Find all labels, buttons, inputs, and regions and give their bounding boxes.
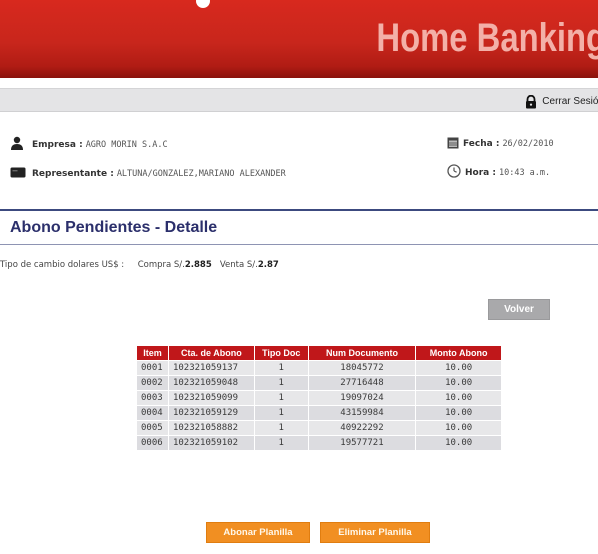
cell-item: 0002 xyxy=(136,375,169,391)
back-button[interactable]: Volver xyxy=(488,299,550,320)
column-header-cta: Cta. de Abono xyxy=(167,345,255,361)
table-row: 0004 102321059129 1 43159984 10.00 xyxy=(136,405,502,421)
banner-dot xyxy=(196,0,210,8)
empresa-row: Empresa : AGRO MORIN S.A.C xyxy=(10,136,168,153)
cell-item: 0001 xyxy=(136,360,169,376)
eliminar-planilla-button[interactable]: Eliminar Planilla xyxy=(320,522,430,543)
empresa-label: Empresa : xyxy=(32,139,83,150)
hora-label: Hora : xyxy=(465,167,496,178)
person-icon xyxy=(10,136,24,153)
cell-tipo: 1 xyxy=(253,405,309,421)
venta-label: Venta S/. xyxy=(219,260,258,270)
cell-cta: 102321059099 xyxy=(167,390,255,406)
header-banner: Home Banking xyxy=(0,0,598,78)
cell-num: 40922292 xyxy=(307,420,417,436)
fecha-value: 26/02/2010 xyxy=(502,139,554,149)
abonos-table: Item Cta. de Abono Tipo Doc Num Document… xyxy=(136,345,502,451)
lock-icon xyxy=(524,94,538,109)
representante-row: Representante : ALTUNA/GONZALEZ,MARIANO … xyxy=(10,167,286,181)
app-title: Home Banking xyxy=(376,16,598,60)
table-header-row: Item Cta. de Abono Tipo Doc Num Document… xyxy=(136,345,502,361)
column-header-monto: Monto Abono xyxy=(415,345,502,361)
logout-bar: Cerrar Sesión xyxy=(0,88,598,112)
cell-num: 43159984 xyxy=(307,405,417,421)
section-rule-top xyxy=(0,209,598,211)
cell-num: 18045772 xyxy=(307,360,417,376)
hora-value: 10:43 a.m. xyxy=(498,167,551,178)
logout-label: Cerrar Sesión xyxy=(542,95,598,107)
abonar-planilla-button[interactable]: Abonar Planilla xyxy=(206,522,310,543)
cell-num: 19097024 xyxy=(307,390,417,406)
cell-tipo: 1 xyxy=(253,360,309,376)
cell-monto: 10.00 xyxy=(415,390,502,406)
table-row: 0005 102321058882 1 40922292 10.00 xyxy=(136,420,502,436)
cell-monto: 10.00 xyxy=(415,360,502,376)
calendar-icon xyxy=(447,136,459,152)
representante-label: Representante : xyxy=(32,169,114,179)
representante-value: ALTUNA/GONZALEZ,MARIANO ALEXANDER xyxy=(116,169,286,179)
cell-cta: 102321059129 xyxy=(167,405,255,421)
cell-cta: 102321058882 xyxy=(167,420,255,436)
cell-item: 0006 xyxy=(136,435,169,451)
cell-monto: 10.00 xyxy=(415,375,502,391)
compra-value: 2.885 xyxy=(184,260,212,270)
cell-tipo: 1 xyxy=(253,390,309,406)
card-icon xyxy=(10,167,26,181)
venta-value: 2.87 xyxy=(257,260,279,270)
fecha-row: Fecha : 26/02/2010 xyxy=(447,136,554,152)
cell-tipo: 1 xyxy=(253,375,309,391)
cell-cta: 102321059102 xyxy=(167,435,255,451)
cell-cta: 102321059137 xyxy=(167,360,255,376)
section-rule-bottom xyxy=(0,244,598,245)
cell-item: 0005 xyxy=(136,420,169,436)
cell-cta: 102321059048 xyxy=(167,375,255,391)
compra-label: Compra S/. xyxy=(137,260,185,270)
column-header-tipo: Tipo Doc xyxy=(253,345,309,361)
cell-item: 0003 xyxy=(136,390,169,406)
exchange-label: Tipo de cambio dolares US$ : xyxy=(0,260,125,270)
cell-tipo: 1 xyxy=(253,420,309,436)
cell-item: 0004 xyxy=(136,405,169,421)
cell-monto: 10.00 xyxy=(415,420,502,436)
cell-num: 19577721 xyxy=(307,435,417,451)
table-row: 0002 102321059048 1 27716448 10.00 xyxy=(136,375,502,391)
table-row: 0001 102321059137 1 18045772 10.00 xyxy=(136,360,502,376)
fecha-label: Fecha : xyxy=(463,139,500,149)
cell-monto: 10.00 xyxy=(415,435,502,451)
table-row: 0003 102321059099 1 19097024 10.00 xyxy=(136,390,502,406)
cell-num: 27716448 xyxy=(307,375,417,391)
clock-icon xyxy=(447,164,461,181)
cell-tipo: 1 xyxy=(253,435,309,451)
empresa-value: AGRO MORIN S.A.C xyxy=(85,139,168,150)
column-header-num: Num Documento xyxy=(307,345,417,361)
hora-row: Hora : 10:43 a.m. xyxy=(447,164,550,181)
table-row: 0006 102321059102 1 19577721 10.00 xyxy=(136,435,502,451)
logout-button[interactable]: Cerrar Sesión xyxy=(524,92,598,110)
cell-monto: 10.00 xyxy=(415,405,502,421)
column-header-item: Item xyxy=(136,345,169,361)
page-title: Abono Pendientes - Detalle xyxy=(10,219,218,236)
exchange-rate: Tipo de cambio dolares US$ : Compra S/.2… xyxy=(0,260,279,270)
